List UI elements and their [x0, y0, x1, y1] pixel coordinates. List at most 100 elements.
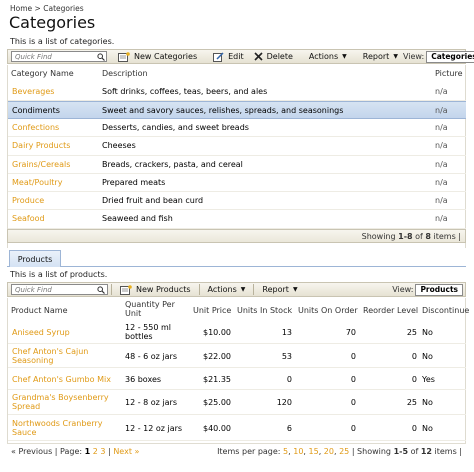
report-menu-button[interactable]: Report ▼ — [358, 50, 403, 63]
table-row[interactable]: Dairy Products Cheeses n/a — [8, 137, 466, 156]
table-row-selected[interactable]: Condiments Sweet and savory sauces, reli… — [8, 101, 466, 119]
new-categories-button[interactable]: New Categories — [113, 50, 202, 63]
product-qty: 48 - 6 oz jars — [125, 352, 178, 361]
column-header-product-name[interactable]: Product Name — [11, 306, 68, 315]
column-header-units-on-order[interactable]: Units On Order — [298, 306, 358, 315]
table-row[interactable]: Chef Anton's Gumbo Mix 36 boxes $21.35 0… — [8, 368, 466, 390]
table-row[interactable]: Chef Anton's Cajun Seasoning 48 - 6 oz j… — [8, 344, 466, 368]
product-name-link-line2[interactable]: Seasoning — [12, 356, 53, 365]
products-description: This is a list of products. — [10, 270, 108, 279]
product-name-link[interactable]: Chef Anton's Cajun — [12, 347, 88, 356]
edit-button[interactable]: Edit — [208, 50, 249, 63]
page-link[interactable]: 3 — [100, 447, 105, 456]
product-name-link[interactable]: Aniseed Syrup — [12, 328, 70, 337]
category-name-link[interactable]: Dairy Products — [12, 141, 70, 150]
category-name-link[interactable]: Produce — [12, 196, 44, 205]
product-name-link-line2[interactable]: Sauce — [12, 428, 36, 437]
previous-page-link[interactable]: « Previous — [11, 447, 52, 456]
column-header-units-in-stock[interactable]: Units In Stock — [237, 306, 292, 315]
product-reorder-level: 0 — [411, 375, 417, 384]
product-name-link-line2[interactable]: Spread — [12, 402, 40, 411]
product-units-in-stock: 120 — [276, 398, 292, 407]
delete-button[interactable]: Delete — [249, 50, 298, 63]
product-units-in-stock: 53 — [281, 352, 292, 361]
page-link-current[interactable]: 1 — [85, 447, 91, 456]
product-reorder-level: 25 — [406, 328, 417, 337]
per-page-option[interactable]: 10 — [293, 447, 303, 456]
products-grid: Product Name Quantity Per Unit Unit Pric… — [7, 298, 469, 443]
pager-total: 8 — [425, 232, 431, 241]
product-reorder-level: 0 — [411, 424, 417, 433]
table-row[interactable]: Beverages Soft drinks, coffees, teas, be… — [8, 83, 466, 101]
column-header-quantity-per-unit[interactable]: Quantity Per Unit — [125, 300, 175, 318]
column-header-unit-price[interactable]: Unit Price — [193, 306, 231, 315]
table-row[interactable]: Confections Desserts, candies, and sweet… — [8, 119, 466, 137]
column-header-picture[interactable]: Picture — [435, 69, 463, 78]
category-description: Sweet and savory sauces, relishes, sprea… — [102, 106, 344, 115]
new-products-button[interactable]: New Products — [115, 283, 196, 296]
report-menu-button[interactable]: Report ▼ — [257, 283, 302, 296]
column-header-reorder-level[interactable]: Reorder Level — [363, 306, 418, 315]
delete-label: Delete — [266, 52, 293, 61]
table-row[interactable]: Seafood Seaweed and fish n/a — [8, 210, 466, 229]
category-name-link[interactable]: Seafood — [12, 214, 45, 223]
per-page-option[interactable]: 20 — [324, 447, 334, 456]
page-navigation: « Previous | Page: 1 2 3 | Next » — [11, 447, 139, 456]
product-units-in-stock: 13 — [281, 328, 292, 337]
column-header-qty-line1: Quantity Per — [125, 300, 175, 309]
delete-x-icon — [254, 52, 263, 61]
pager-of-label: of — [415, 232, 423, 241]
product-name-link[interactable]: Northwoods Cranberry — [12, 419, 103, 428]
column-header-category-name[interactable]: Category Name — [11, 69, 74, 78]
next-page-separator: | — [108, 447, 111, 456]
category-name-link[interactable]: Grains/Cereals — [12, 160, 70, 169]
per-page-option[interactable]: 5 — [283, 447, 288, 456]
table-row[interactable]: Meat/Poultry Prepared meats n/a — [8, 174, 466, 192]
breadcrumb-separator: > — [34, 4, 41, 13]
breadcrumb-home-link[interactable]: Home — [10, 4, 32, 13]
page-link[interactable]: 2 — [93, 447, 98, 456]
category-name-link[interactable]: Meat/Poultry — [12, 178, 62, 187]
next-page-link[interactable]: Next » — [113, 447, 139, 456]
category-name-link[interactable]: Beverages — [12, 87, 54, 96]
pager-showing-label: Showing — [361, 232, 396, 241]
table-row[interactable]: Grandma's Boysenberry Spread 12 - 8 oz j… — [8, 390, 466, 415]
product-name-link[interactable]: Chef Anton's Gumbo Mix — [12, 375, 111, 384]
toolbar-divider — [198, 284, 200, 295]
quick-find-input[interactable] — [12, 52, 96, 61]
table-row[interactable]: Aniseed Syrup 12 - 550 ml bottles $10.00… — [8, 320, 466, 344]
view-selector[interactable]: Categories — [426, 50, 474, 63]
category-picture: n/a — [435, 106, 448, 115]
product-unit-price: $10.00 — [203, 328, 231, 337]
actions-menu-button[interactable]: Actions ▼ — [203, 283, 251, 296]
view-selector[interactable]: Products — [415, 283, 463, 296]
categories-grid: Category Name Description Picture Bevera… — [7, 65, 466, 248]
category-name-link[interactable]: Condiments — [12, 106, 60, 115]
column-header-qty-line2: Unit — [125, 309, 142, 318]
product-units-in-stock: 6 — [286, 424, 292, 433]
pager-showing-label: | Showing — [351, 447, 392, 456]
actions-label: Actions — [207, 285, 237, 294]
dropdown-arrow-icon: ▼ — [393, 53, 398, 60]
column-header-description[interactable]: Description — [102, 69, 148, 78]
quick-find-input[interactable] — [12, 285, 96, 294]
product-name-link[interactable]: Grandma's Boysenberry — [12, 393, 109, 402]
dropdown-arrow-icon: ▼ — [240, 286, 246, 293]
table-row[interactable]: Produce Dried fruit and bean curd n/a — [8, 192, 466, 210]
product-units-on-order: 0 — [350, 424, 356, 433]
table-row[interactable]: Northwoods Cranberry Sauce 12 - 12 oz ja… — [8, 415, 466, 441]
per-page-option[interactable]: 15 — [309, 447, 319, 456]
column-header-discontinued[interactable]: Discontinue — [422, 306, 469, 315]
category-description: Prepared meats — [102, 178, 166, 187]
actions-menu-button[interactable]: Actions ▼ — [304, 50, 352, 63]
per-page-option[interactable]: 25 — [339, 447, 349, 456]
products-pager-info: Items per page: 5, 10, 15, 20, 25 | Show… — [217, 447, 462, 456]
category-description: Seaweed and fish — [102, 214, 173, 223]
search-icon[interactable] — [96, 285, 106, 295]
category-name-link[interactable]: Confections — [12, 123, 59, 132]
table-row[interactable]: Grains/Cereals Breads, crackers, pasta, … — [8, 156, 466, 174]
page-label: | Page: — [54, 447, 83, 456]
search-icon[interactable] — [96, 52, 106, 62]
pager-items-label: items | — [434, 447, 462, 456]
tab-products[interactable]: Products — [9, 250, 61, 267]
